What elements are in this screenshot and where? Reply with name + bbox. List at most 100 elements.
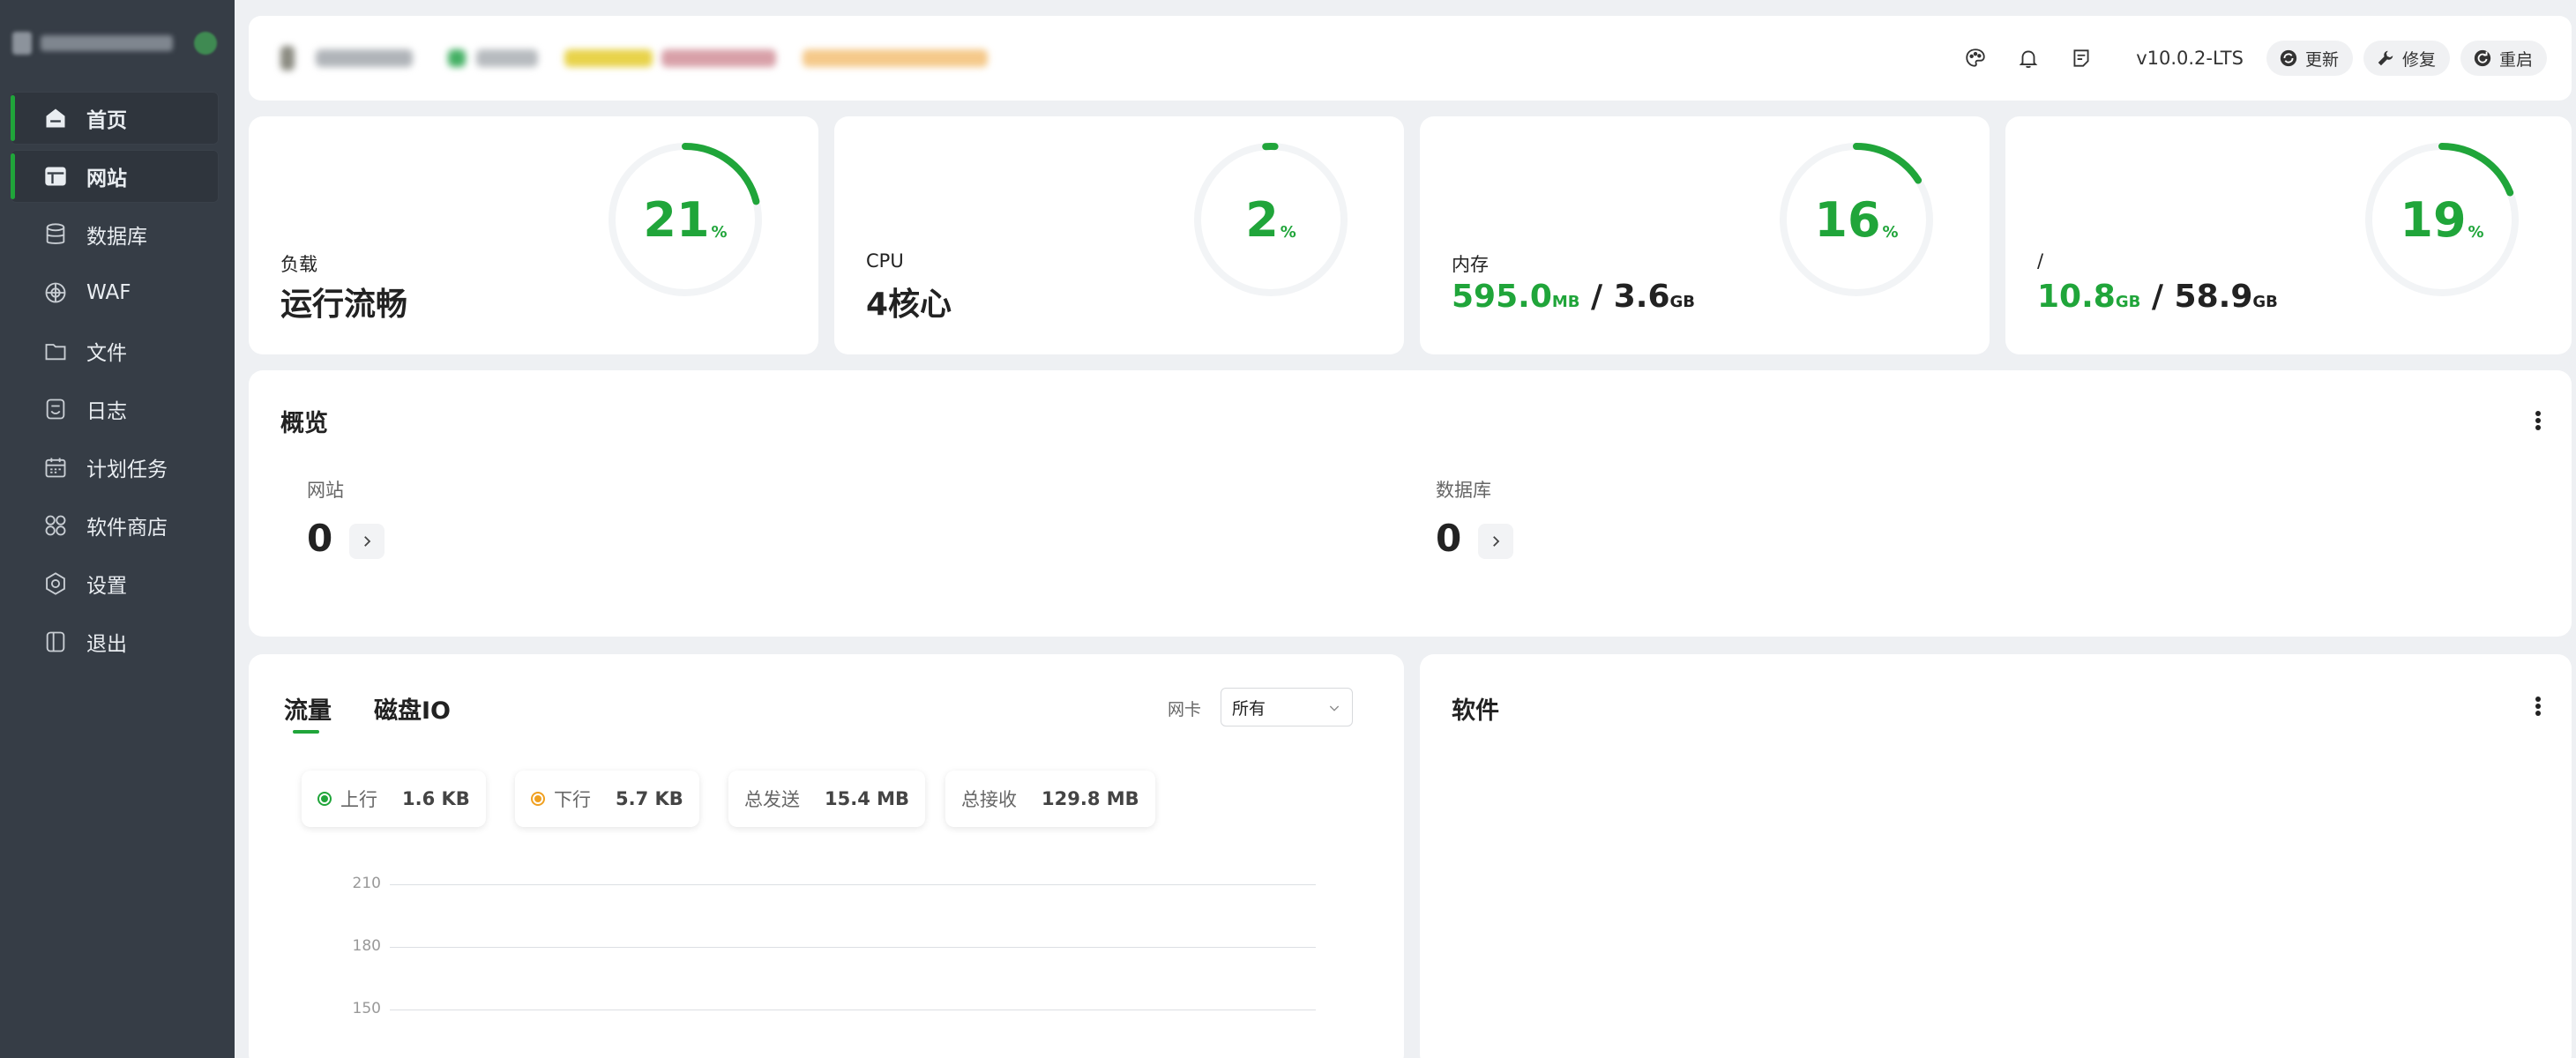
sidebar-item-home[interactable]: 首页: [11, 92, 219, 145]
percent-sign: %: [1882, 222, 1899, 242]
tab-disk-io[interactable]: 磁盘IO: [374, 691, 451, 726]
header-actions: v10.0.2-LTS 更新 修复 重启: [1938, 16, 2547, 101]
memory-used: 595.0: [1452, 279, 1552, 315]
restart-icon: [2474, 49, 2491, 67]
sidebar-item-waf[interactable]: WAF: [11, 266, 219, 319]
sites-count[interactable]: 0: [307, 517, 332, 560]
db-count[interactable]: 0: [1436, 517, 1461, 560]
sidebar-nav: 首页 网站 数据库 WAF 文件 日志 计划任务 软件商店 设置 退出: [11, 92, 219, 674]
database-icon: [42, 221, 69, 248]
update-button[interactable]: 更新: [2266, 41, 2353, 76]
grid-line: [390, 884, 1316, 885]
sidebar-item-cron[interactable]: 计划任务: [11, 441, 219, 494]
download-value: 5.7 KB: [616, 788, 683, 809]
restart-button[interactable]: 重启: [2460, 41, 2547, 76]
sidebar-item-label: 首页: [86, 109, 127, 132]
load-label: 负载: [280, 254, 317, 275]
disk-used-unit: GB: [2115, 293, 2141, 311]
calendar-icon: [42, 454, 69, 481]
download-label: 下行: [554, 789, 591, 810]
upload-dot-icon: [317, 792, 332, 806]
memory-used-unit: MB: [1551, 293, 1580, 311]
settings-icon: [42, 570, 69, 597]
tab-traffic[interactable]: 流量: [284, 691, 332, 726]
sidebar-item-files[interactable]: 文件: [11, 324, 219, 377]
logout-icon: [42, 629, 69, 655]
sidebar-item-logs[interactable]: 日志: [11, 383, 219, 436]
top-header: v10.0.2-LTS 更新 修复 重启: [249, 16, 2572, 101]
sidebar-item-label: 软件商店: [86, 517, 168, 540]
memory-card[interactable]: 16% 内存 595.0MB / 3.6GB: [1420, 116, 1990, 354]
total-sent-value: 15.4 MB: [825, 788, 910, 809]
y-tick-label: 210: [352, 875, 381, 892]
sidebar-item-label: 设置: [86, 575, 127, 598]
percent-sign: %: [1280, 222, 1296, 242]
y-tick-label: 180: [352, 937, 381, 955]
sites-chevron-right-icon[interactable]: [349, 524, 385, 559]
update-label: 更新: [2304, 49, 2339, 70]
separator: /: [1579, 279, 1614, 315]
cpu-cores: 4核心: [866, 287, 952, 323]
total-sent-chip: 总发送 15.4 MB: [728, 771, 926, 827]
nic-select[interactable]: 所有: [1221, 688, 1353, 726]
disk-card[interactable]: 19% / 10.8GB / 58.9GB: [2005, 116, 2572, 354]
alert-blurred[interactable]: [803, 49, 988, 67]
website-icon: [42, 163, 69, 190]
sidebar-item-settings[interactable]: 设置: [11, 557, 219, 610]
download-chip: 下行 5.7 KB: [515, 771, 699, 827]
load-percent: 21: [643, 191, 710, 248]
upload-value: 1.6 KB: [402, 788, 470, 809]
update-icon: [2280, 49, 2297, 67]
software-card: 软件: [1420, 654, 2572, 1058]
memory-total-unit: GB: [1669, 293, 1696, 311]
theme-palette-icon[interactable]: [1960, 42, 1991, 74]
folder-icon: [42, 338, 69, 364]
home-icon: [42, 105, 69, 131]
grid-line: [390, 947, 1316, 948]
active-tab-indicator: [293, 730, 319, 734]
sidebar-item-website[interactable]: 网站: [11, 150, 219, 203]
more-vertical-icon[interactable]: [2527, 407, 2549, 434]
sidebar-item-label: 网站: [86, 168, 127, 190]
percent-sign: %: [711, 222, 728, 242]
notes-icon[interactable]: [2065, 42, 2097, 74]
disk-usage: 10.8GB / 58.9GB: [2037, 279, 2278, 315]
waf-shield-icon: [42, 279, 69, 306]
sidebar-item-label: 数据库: [86, 226, 147, 249]
cpu-card[interactable]: 2% CPU 4核心: [834, 116, 1404, 354]
more-vertical-icon[interactable]: [2527, 693, 2549, 719]
load-card[interactable]: 21% 负载 运行流畅: [249, 116, 818, 354]
sidebar-item-database[interactable]: 数据库: [11, 208, 219, 261]
upload-label: 上行: [340, 789, 377, 810]
memory-usage: 595.0MB / 3.6GB: [1452, 279, 1695, 315]
db-chevron-right-icon[interactable]: [1478, 524, 1513, 559]
bell-icon[interactable]: [2012, 42, 2044, 74]
percent-sign: %: [2468, 222, 2484, 242]
memory-gauge: 16%: [1774, 138, 1938, 302]
upload-chip: 上行 1.6 KB: [302, 771, 486, 827]
sidebar-item-logout[interactable]: 退出: [11, 615, 219, 668]
load-status: 运行流畅: [280, 287, 408, 323]
disk-used: 10.8: [2037, 279, 2116, 315]
app-store-icon: [42, 512, 69, 539]
total-recv-chip: 总接收 129.8 MB: [945, 771, 1155, 827]
traffic-card: 流量 磁盘IO 网卡 所有 上行 1.6 KB 下行 5.7 KB 总发送 15…: [249, 654, 1404, 1058]
sites-label: 网站: [307, 480, 344, 501]
chevron-down-icon: [1329, 705, 1340, 712]
nic-select-value: 所有: [1232, 698, 1266, 719]
load-gauge: 21%: [603, 138, 767, 302]
memory-label: 内存: [1452, 254, 1489, 275]
system-icon-blurred: [448, 49, 466, 67]
log-icon: [42, 396, 69, 422]
brand[interactable]: [12, 28, 220, 58]
repair-button[interactable]: 修复: [2363, 41, 2450, 76]
nic-label: 网卡: [1168, 700, 1202, 719]
notice-blurred: [564, 49, 653, 67]
db-label: 数据库: [1436, 480, 1491, 501]
total-recv-value: 129.8 MB: [1042, 788, 1139, 809]
sidebar-item-app-store[interactable]: 软件商店: [11, 499, 219, 552]
sidebar-item-label: 日志: [86, 400, 127, 423]
disk-gauge: 19%: [2360, 138, 2524, 302]
server-name-blurred: [41, 35, 173, 51]
server-icon-blurred: [280, 46, 295, 71]
